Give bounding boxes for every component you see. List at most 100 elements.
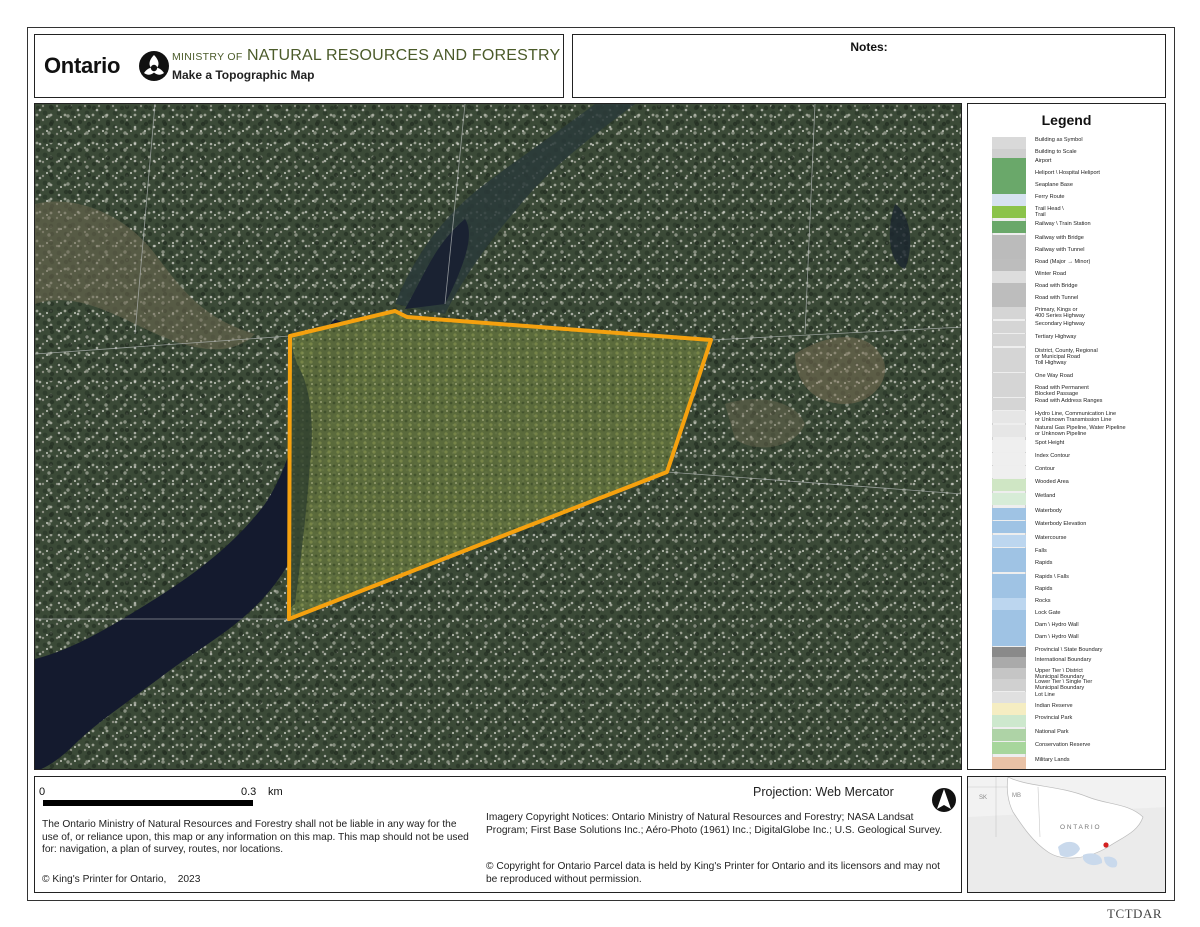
legend-item: Indian Reserve	[992, 703, 1164, 715]
legend-symbol-icon	[992, 247, 1026, 259]
legend-item: Wooded Area	[992, 479, 1164, 491]
legend-item: Winter Road	[992, 271, 1164, 283]
notes-label: Notes:	[850, 40, 888, 54]
legend-panel: Legend Building as Symbol Building to Sca…	[967, 103, 1166, 770]
projection-label: Projection: Web Mercator	[753, 785, 894, 799]
ministry-name: MINISTRY OF NATURAL RESOURCES AND FOREST…	[172, 47, 560, 65]
legend-item-label: Lower Tier \ Single Tier Municipal Bound…	[1035, 679, 1093, 691]
legend-symbol-icon	[992, 182, 1026, 194]
legend-symbol-icon	[992, 373, 1026, 385]
legend-item: Rapids \ Falls	[992, 574, 1164, 586]
legend-item-label: Waterbody Elevation	[1035, 521, 1087, 527]
legend-item: Lower Tier \ Single Tier Municipal Bound…	[992, 679, 1164, 691]
legend-item-label: District, County, Regional or Municipal …	[1035, 348, 1098, 360]
legend-item-label: Road (Major → Minor)	[1035, 259, 1091, 265]
legend-symbol-icon	[992, 334, 1026, 346]
legend-symbol-icon	[992, 385, 1026, 397]
ministry-title: NATURAL RESOURCES AND FORESTRY	[247, 47, 561, 64]
legend-item: Hydro Line, Communication Line or Unknow…	[992, 411, 1164, 423]
scale-unit-label: km	[268, 786, 283, 798]
legend-item: Waterbody	[992, 508, 1164, 520]
legend-item-label: Road with Address Ranges	[1035, 398, 1103, 404]
trillium-logo-icon	[139, 51, 169, 81]
legend-item: Watercourse	[992, 535, 1164, 547]
legend-item: Lock Gate	[992, 610, 1164, 622]
legend-item-label: Indian Reserve	[1035, 703, 1073, 709]
legend-item: Military Lands	[992, 757, 1164, 769]
legend-title: Legend	[1041, 112, 1092, 128]
legend-item: Railway \ Train Station	[992, 221, 1164, 233]
legend-item-label: Lot Line	[1035, 692, 1055, 698]
legend-item: Conservation Reserve	[992, 742, 1164, 754]
north-arrow-icon	[932, 788, 956, 812]
legend-symbol-icon	[992, 206, 1026, 218]
legend-item: Heliport \ Hospital Heliport	[992, 170, 1164, 182]
legend-item-label: National Park	[1035, 729, 1069, 735]
legend-symbol-icon	[992, 348, 1026, 360]
aerial-map-canvas[interactable]	[35, 104, 962, 770]
map-header: Ontario MINISTRY OF NATURAL RESOURCES AN…	[34, 34, 564, 98]
legend-item-label: Airport	[1035, 158, 1052, 164]
legend-item-label: Contour	[1035, 466, 1055, 472]
legend-item-label: Building to Scale	[1035, 149, 1077, 155]
legend-item-label: Building as Symbol	[1035, 137, 1083, 143]
legend-item: Trail Head \ Trail	[992, 206, 1164, 218]
inset-label-ontario: O N T A R I O	[1060, 824, 1100, 831]
legend-item-label: Road with Permanent Blocked Passage	[1035, 385, 1089, 397]
legend-item-label: Conservation Reserve	[1035, 742, 1091, 748]
legend-symbol-icon	[992, 398, 1026, 410]
legend-item: Rapids	[992, 560, 1164, 572]
legend-item: Contour	[992, 466, 1164, 478]
legend-item-label: Ferry Route	[1035, 194, 1065, 200]
legend-symbol-icon	[992, 271, 1026, 283]
legend-item-label: Wooded Area	[1035, 479, 1069, 485]
legend-item: Primary, Kings or 400 Series Highway	[992, 307, 1164, 319]
legend-symbol-icon	[992, 479, 1026, 491]
legend-symbol-icon	[992, 508, 1026, 520]
legend-item: Railway with Tunnel	[992, 247, 1164, 259]
legend-item-label: Dam \ Hydro Wall	[1035, 622, 1079, 628]
imagery-copyright: Imagery Copyright Notices: Ontario Minis…	[486, 812, 943, 836]
legend-symbol-icon	[992, 729, 1026, 741]
locator-map-canvas: SK MB O N T A R I O	[968, 777, 1165, 892]
legend-symbol-icon	[992, 283, 1026, 295]
legend-item: Spot Height	[992, 440, 1164, 452]
legend-symbol-icon	[992, 158, 1026, 170]
legend-item-label: Winter Road	[1035, 271, 1067, 277]
legend-item-label: Rapids \ Falls	[1035, 574, 1069, 580]
legend-item-label: Rapids	[1035, 586, 1053, 592]
map-footer: 0 0.3 km The Ontario Ministry of Natural…	[34, 776, 962, 893]
legend-item: Toll Highway	[992, 360, 1164, 372]
legend-item-label: Secondary Highway	[1035, 321, 1085, 327]
legend-symbol-icon	[992, 535, 1026, 547]
legend-item: Road with Permanent Blocked Passage	[992, 385, 1164, 397]
legend-item: Road with Bridge	[992, 283, 1164, 295]
legend-symbol-icon	[992, 757, 1026, 769]
legend-item: Rocks	[992, 598, 1164, 610]
scale-bar	[43, 800, 253, 806]
liability-disclaimer: The Ontario Ministry of Natural Resource…	[42, 819, 469, 856]
page-subtitle: Make a Topographic Map	[172, 68, 315, 82]
legend-item-label: Wetland	[1035, 493, 1056, 499]
legend-item: One Way Road	[992, 373, 1164, 385]
legend-item-label: Road with Bridge	[1035, 283, 1078, 289]
legend-symbol-icon	[992, 548, 1026, 560]
legend-symbol-icon	[992, 703, 1026, 715]
legend-item-label: Tertiary Highway	[1035, 334, 1077, 340]
legend-item: Falls	[992, 548, 1164, 560]
legend-symbol-icon	[992, 493, 1026, 505]
legend-item: National Park	[992, 729, 1164, 741]
legend-item: Building as Symbol	[992, 137, 1164, 149]
legend-symbol-icon	[992, 453, 1026, 465]
legend-symbol-icon	[992, 321, 1026, 333]
aerial-map-view[interactable]	[34, 103, 962, 770]
legend-symbol-icon	[992, 560, 1026, 572]
legend-item: Provincial Park	[992, 715, 1164, 727]
legend-item: Tertiary Highway	[992, 334, 1164, 346]
legend-item: Natural Gas Pipeline, Water Pipeline or …	[992, 425, 1164, 437]
legend-item: Dam \ Hydro Wall	[992, 622, 1164, 634]
legend-item-label: Hydro Line, Communication Line or Unknow…	[1035, 411, 1117, 423]
legend-symbol-icon	[992, 521, 1026, 533]
legend-item-label: Railway \ Train Station	[1035, 221, 1091, 227]
legend-symbol-icon	[992, 598, 1026, 610]
